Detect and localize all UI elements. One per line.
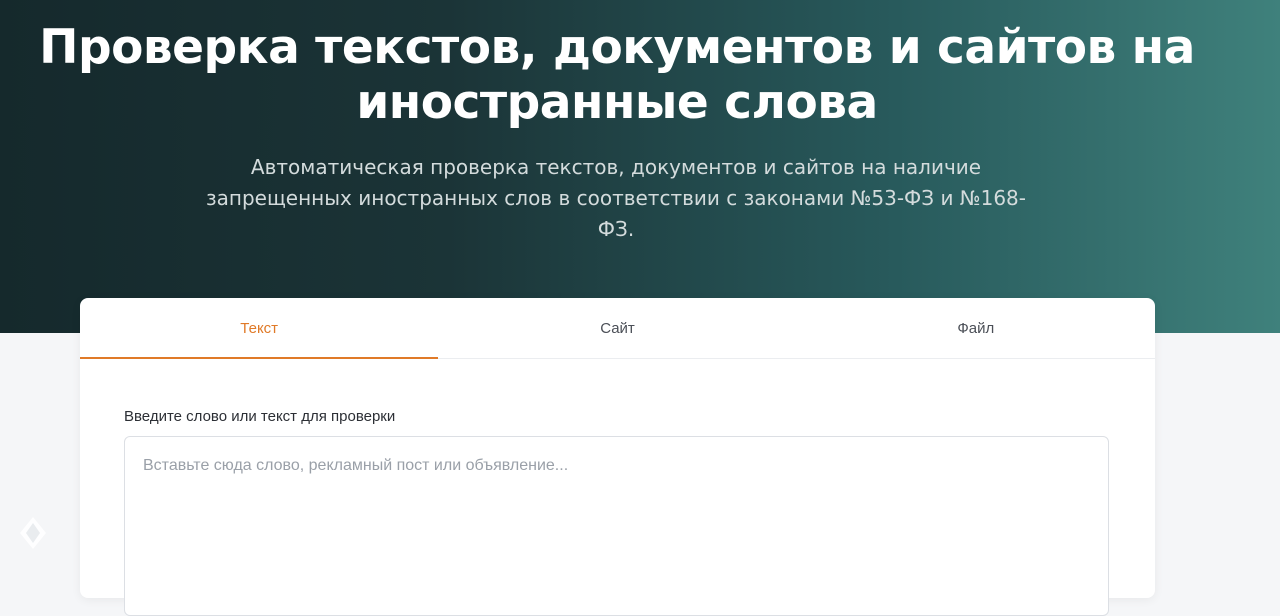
text-input-label: Введите слово или текст для проверки	[124, 408, 396, 425]
tab-text[interactable]: Текст	[80, 298, 439, 359]
checker-card: Текст Сайт Файл Введите слово или текст …	[80, 298, 1155, 616]
mode-tabs: Текст Сайт Файл	[80, 298, 1155, 359]
hero-banner: Проверка текстов, документов и сайтов на…	[0, 0, 1280, 333]
page-subtitle: Автоматическая проверка текстов, докумен…	[206, 155, 1026, 241]
tab-site[interactable]: Сайт	[438, 298, 796, 358]
text-input[interactable]	[124, 436, 1109, 616]
diamond-logo-icon	[20, 517, 46, 549]
page-title: Проверка текстов, документов и сайтов на…	[39, 20, 1195, 130]
tab-file[interactable]: Файл	[797, 298, 1155, 358]
